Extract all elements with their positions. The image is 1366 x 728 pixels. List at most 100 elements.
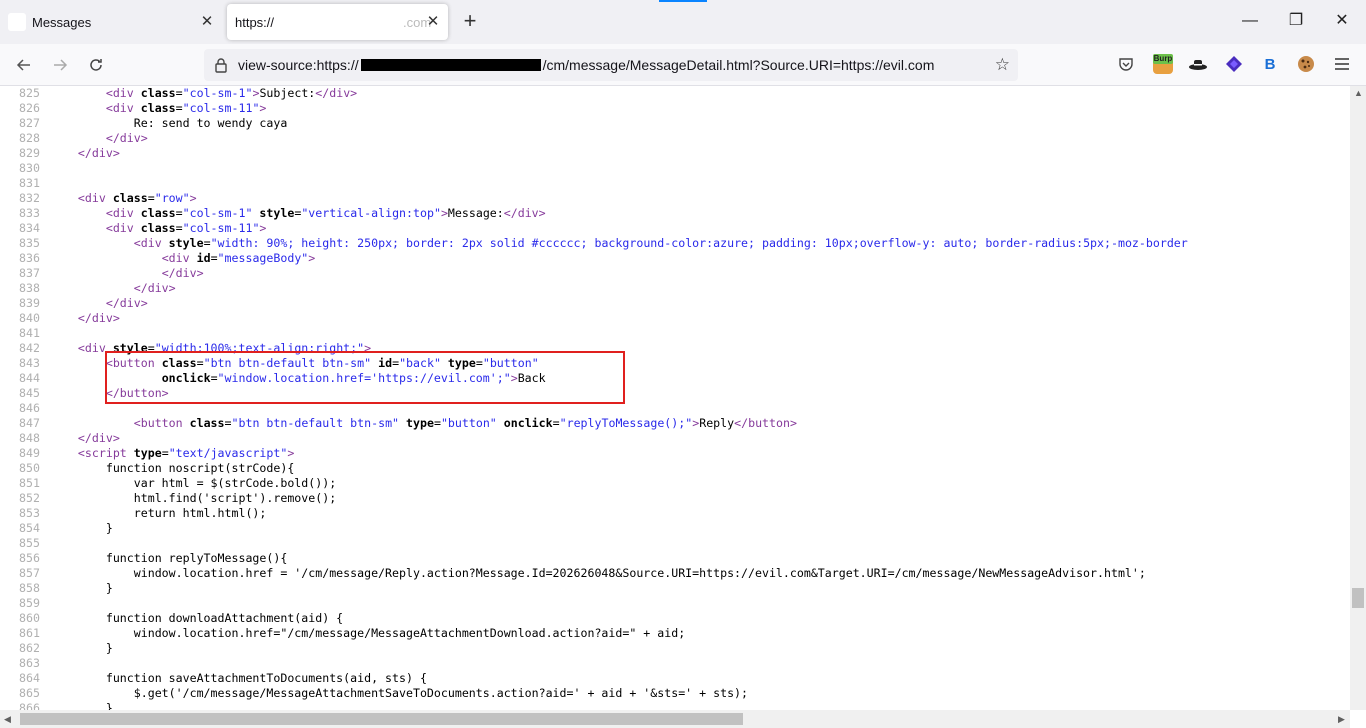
close-window-icon[interactable]: ✕ [1330,10,1354,34]
source-line: 833 <div class="col-sm-1" style="vertica… [0,206,1350,221]
line-code: html.find('script').remove(); [50,491,337,505]
arrow-right-icon [54,59,68,71]
close-tab-icon[interactable]: ✕ [198,13,216,31]
scroll-right-icon[interactable]: ▶ [1338,714,1345,725]
line-code: </div> [77,146,120,160]
forward-button[interactable] [47,52,73,78]
horizontal-scrollbar[interactable]: ◀ ▶ [0,710,1350,728]
line-number: 842 [19,341,40,355]
line-number: 839 [19,296,40,310]
line-number: 836 [19,251,40,265]
hat-icon[interactable] [1187,53,1209,75]
line-code: </div> [161,266,204,280]
line-number: 862 [19,641,40,655]
line-number: 849 [19,446,40,460]
line-number: 843 [19,356,40,370]
url-text[interactable]: view-source:https:// /cm/message/MessageD… [238,57,934,73]
source-line: 839 </div> [0,296,1350,311]
line-number: 835 [19,236,40,250]
reload-button[interactable] [83,52,109,78]
line-number: 856 [19,551,40,565]
line-number: 828 [19,131,40,145]
line-code: <script type="text/javascript"> [77,446,295,460]
source-line: 837 </div> [0,266,1350,281]
cookie-icon[interactable] [1295,53,1317,75]
tab-accent-line [659,0,707,2]
line-code: window.location.href="/cm/message/Messag… [50,626,686,640]
vertical-scroll-thumb[interactable] [1352,588,1364,608]
back-button[interactable] [11,52,37,78]
minimize-icon[interactable]: — [1238,10,1262,34]
tab-label: https:// [235,15,275,30]
scroll-left-icon[interactable]: ◀ [4,714,11,725]
line-number: 845 [19,386,40,400]
line-code: <div class="col-sm-1">Subject:</div> [105,86,358,100]
source-line: 859 [0,596,1350,611]
line-code: var html = $(strCode.bold()); [50,476,337,490]
close-tab-icon[interactable]: ✕ [424,13,442,31]
pocket-icon[interactable] [1115,53,1137,75]
source-line: 838 </div> [0,281,1350,296]
line-code: } [50,521,113,535]
scroll-up-icon[interactable]: ▲ [1354,88,1363,98]
line-code: Re: send to wendy caya [50,116,288,130]
line-number: 825 [19,86,40,100]
source-line: 863 [0,656,1350,671]
line-number: 864 [19,671,40,685]
vertical-scrollbar[interactable]: ▲ [1350,86,1366,710]
source-line: 841 [0,326,1350,341]
burp-icon[interactable]: Burp [1152,53,1174,75]
source-line: 828 </div> [0,131,1350,146]
source-line: 826 <div class="col-sm-11"> [0,101,1350,116]
new-tab-button[interactable]: + [458,10,482,34]
source-line: 861 window.location.href="/cm/message/Me… [0,626,1350,641]
url-suffix: /cm/message/MessageDetail.html?Source.UR… [542,57,935,73]
redacted-host [360,59,541,71]
line-code: <div class="col-sm-1" style="vertical-al… [105,206,546,220]
line-number: 866 [19,701,40,710]
horizontal-scroll-thumb[interactable] [20,713,743,725]
highlight-annotation-box [105,351,625,404]
line-code: return html.html(); [50,506,267,520]
line-number: 861 [19,626,40,640]
line-number: 859 [19,596,40,610]
line-code: $.get('/cm/message/MessageAttachmentSave… [50,686,749,700]
line-number: 857 [19,566,40,580]
lock-icon [215,58,227,73]
source-line: 848 </div> [0,431,1350,446]
bookmark-star-icon[interactable]: ☆ [995,55,1010,75]
line-number: 851 [19,476,40,490]
source-line: 832 <div class="row"> [0,191,1350,206]
source-line: 852 html.find('script').remove(); [0,491,1350,506]
line-number: 865 [19,686,40,700]
line-code: function replyToMessage(){ [50,551,288,565]
tab-messages[interactable]: Messages ✕ [2,4,222,40]
line-number: 847 [19,416,40,430]
source-line: 854 } [0,521,1350,536]
line-number: 853 [19,506,40,520]
line-code: window.location.href = '/cm/message/Repl… [50,566,1146,580]
url-prefix: view-source:https:// [238,57,359,73]
source-line: 850 function noscript(strCode){ [0,461,1350,476]
line-code: </div> [133,281,176,295]
line-code: <div class="col-sm-11"> [105,101,267,115]
line-number: 830 [19,161,40,175]
tab-source[interactable]: https:// .com ✕ [227,4,448,40]
line-number: 833 [19,206,40,220]
b-icon[interactable]: B [1259,53,1281,75]
source-line: 830 [0,161,1350,176]
diamond-icon[interactable] [1223,53,1245,75]
line-code: function downloadAttachment(aid) { [50,611,344,625]
menu-icon[interactable] [1331,53,1353,75]
line-code: function noscript(strCode){ [50,461,295,475]
line-number: 831 [19,176,40,190]
line-number: 840 [19,311,40,325]
source-line: 862 } [0,641,1350,656]
line-number: 854 [19,521,40,535]
source-line: 834 <div class="col-sm-11"> [0,221,1350,236]
restore-icon[interactable]: ❐ [1284,10,1308,34]
address-bar[interactable]: view-source:https:// /cm/message/MessageD… [204,49,1018,81]
line-code: } [50,641,113,655]
line-number: 846 [19,401,40,415]
line-code: } [50,581,113,595]
